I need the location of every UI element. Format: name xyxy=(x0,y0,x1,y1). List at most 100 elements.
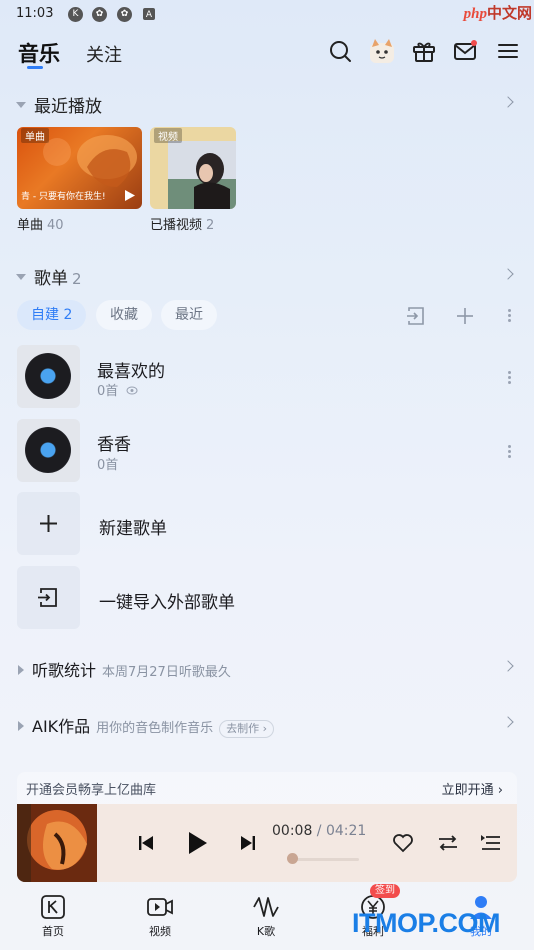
nav-home[interactable]: 首页 xyxy=(18,894,88,939)
recent-single-label[interactable]: 单曲 40 xyxy=(17,214,64,233)
video-icon xyxy=(147,898,173,916)
checkin-badge: 签到 xyxy=(370,884,400,898)
vinyl-icon xyxy=(25,427,71,473)
playlist-name[interactable]: 香香 xyxy=(97,430,131,455)
playback-time: 00:08 / 04:21 xyxy=(272,823,366,839)
go-create-label: 去制作 xyxy=(226,722,260,735)
new-playlist-label[interactable]: 新建歌单 xyxy=(99,514,167,539)
eye-icon xyxy=(126,386,138,395)
collapse-triangle-icon xyxy=(16,274,26,280)
now-playing-art[interactable] xyxy=(17,804,97,882)
thumb-caption: 青 - 只要有你在我生! xyxy=(21,192,106,202)
playlist-cover[interactable] xyxy=(17,345,80,408)
import-icon[interactable] xyxy=(405,305,427,327)
label-count: 2 xyxy=(206,218,215,233)
chip-self-created[interactable]: 自建 2 xyxy=(17,300,87,330)
thumb-tag: 单曲 xyxy=(21,128,49,143)
chevron-right-icon[interactable] xyxy=(502,716,514,728)
itmop-watermark: ITMOP.COM xyxy=(352,908,501,938)
nav-label: 首页 xyxy=(42,925,64,938)
chip-recent[interactable]: 最近 xyxy=(161,300,217,330)
label-text: 已播视频 xyxy=(150,218,203,233)
plus-icon xyxy=(40,515,57,532)
mail-icon[interactable] xyxy=(452,38,478,64)
k-icon: K xyxy=(68,7,83,22)
recent-single-card[interactable]: 单曲 青 - 只要有你在我生! xyxy=(17,127,142,209)
butterfly-icon: ✿ xyxy=(92,7,107,22)
stats-sub: 本周7月27日听歌最久 xyxy=(102,665,231,680)
thumb-tag: 视频 xyxy=(154,128,182,143)
import-playlist-button[interactable] xyxy=(17,566,80,629)
tab-music[interactable]: 音乐 xyxy=(18,38,60,68)
butterfly-icon: ✿ xyxy=(117,7,132,22)
listening-stats-row[interactable]: 听歌统计 本周7月27日听歌最久 xyxy=(18,657,231,681)
nav-karaoke[interactable]: K歌 xyxy=(231,894,301,939)
loop-mode-icon[interactable] xyxy=(437,833,459,853)
vip-open-label: 立即开通 xyxy=(441,783,494,798)
status-time: 11:03 xyxy=(16,6,54,21)
chevron-right-icon[interactable] xyxy=(502,268,514,280)
vip-text: 开通会员畅享上亿曲库 xyxy=(26,783,157,798)
new-playlist-button[interactable] xyxy=(17,492,80,555)
gift-icon[interactable] xyxy=(411,38,437,64)
playlist-name[interactable]: 最喜欢的 xyxy=(97,357,165,382)
search-icon[interactable] xyxy=(327,38,353,64)
progress-knob[interactable] xyxy=(287,853,298,864)
recent-section-header[interactable]: 最近播放 xyxy=(16,92,102,117)
previous-icon[interactable] xyxy=(137,834,155,852)
play-icon[interactable] xyxy=(124,189,136,202)
chevron-right-icon[interactable] xyxy=(502,660,514,672)
expand-triangle-icon xyxy=(18,720,24,731)
go-create-button[interactable]: 去制作 › xyxy=(219,720,275,738)
playlist-count: 2 xyxy=(72,270,82,288)
heart-icon[interactable] xyxy=(392,833,414,853)
playlist-sub-text: 0首 xyxy=(97,384,119,399)
playlist-count-sub: 0首 xyxy=(97,380,138,399)
watermark-cn: 中文网 xyxy=(486,6,532,22)
play-icon[interactable] xyxy=(187,830,209,856)
watermark-php: php xyxy=(463,6,487,22)
playlist-sub-text: 0首 xyxy=(97,458,119,473)
chevron-right-icon[interactable] xyxy=(502,96,514,108)
a-icon: A xyxy=(143,8,155,20)
more-icon[interactable] xyxy=(508,307,512,324)
more-icon[interactable] xyxy=(508,443,512,460)
php-watermark: php中文网 xyxy=(464,2,532,23)
aik-title: AIK作品 xyxy=(32,717,91,736)
recent-video-label[interactable]: 已播视频 2 xyxy=(150,214,214,233)
collapse-triangle-icon xyxy=(16,102,26,108)
progress-bar[interactable] xyxy=(289,858,359,861)
import-playlist-label[interactable]: 一键导入外部歌单 xyxy=(99,588,235,613)
label-text: 单曲 xyxy=(17,218,44,233)
nav-label: 视频 xyxy=(149,925,171,938)
aik-sub: 用你的音色制作音乐 xyxy=(96,721,214,736)
home-k-icon xyxy=(41,895,65,919)
vip-open-link[interactable]: 立即开通 › xyxy=(442,779,503,798)
more-icon[interactable] xyxy=(508,369,512,386)
import-icon xyxy=(38,588,57,607)
recent-video-card[interactable]: 视频 xyxy=(150,127,236,209)
tab-active-indicator xyxy=(27,66,43,69)
nav-video[interactable]: 视频 xyxy=(125,894,195,939)
mini-player[interactable]: 00:08 / 04:21 xyxy=(17,804,517,882)
menu-icon[interactable] xyxy=(495,38,521,64)
playlist-queue-icon[interactable] xyxy=(480,833,502,853)
album-art xyxy=(17,804,97,882)
avatar-cat-icon[interactable] xyxy=(368,37,396,65)
tab-follow[interactable]: 关注 xyxy=(86,41,122,67)
total-time: 04:21 xyxy=(325,823,367,839)
playlist-section-header[interactable]: 歌单 2 xyxy=(16,264,82,289)
chip-collected[interactable]: 收藏 xyxy=(96,300,152,330)
playlist-cover[interactable] xyxy=(17,419,80,482)
playlist-title: 歌单 xyxy=(34,269,68,289)
add-icon[interactable] xyxy=(454,305,476,327)
current-time: 00:08 xyxy=(272,823,313,839)
expand-triangle-icon xyxy=(18,664,24,675)
vip-banner[interactable]: 开通会员畅享上亿曲库 立即开通 › xyxy=(17,772,517,804)
recent-title: 最近播放 xyxy=(34,97,102,117)
aik-works-row[interactable]: AIK作品 用你的音色制作音乐 去制作 › xyxy=(18,713,275,738)
vinyl-icon xyxy=(25,353,71,399)
status-bar: 11:03 K ✿ ✿ A php中文网 xyxy=(0,0,534,30)
next-icon[interactable] xyxy=(239,834,257,852)
time-separator: / xyxy=(312,823,326,839)
